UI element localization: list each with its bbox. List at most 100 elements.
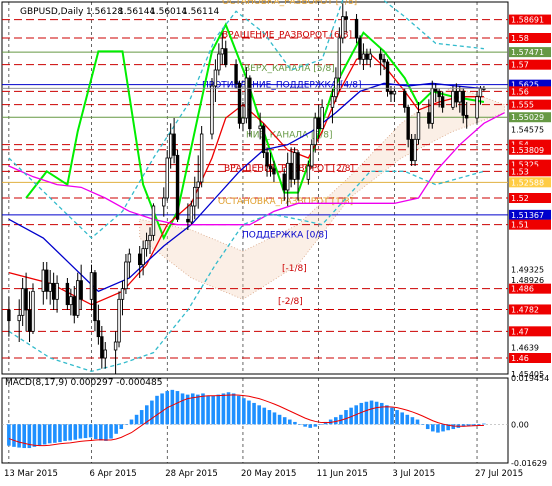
candle-body [258,125,262,130]
candle-body [69,296,73,306]
candle-body [55,282,59,300]
candle-body [310,144,314,167]
candle-body [244,77,249,119]
macd-bar [242,398,246,425]
macd-bar [175,391,180,425]
candle-body [261,125,266,154]
macd-y-tick-label: 0.019454 [511,374,549,383]
candle-body [27,309,32,332]
murrey-label: ОСТАНОВКА_РАЗВОРОТ [1/8] [218,197,353,207]
macd-bar [344,410,348,425]
candle-body [186,218,190,223]
candle [248,75,252,137]
candle-body [51,282,56,300]
macd-bar [78,424,83,439]
macd-bar [257,405,261,425]
y-tick-label: 1.53 [511,167,529,176]
macd-bar [139,410,144,425]
candle-body [461,90,465,116]
candle-body [413,138,417,162]
macd-bar [12,424,16,447]
candle-body [220,48,224,55]
candle-body [296,152,300,180]
candle-body [172,133,176,156]
candle-body [148,234,152,242]
candle [31,283,35,334]
x-tick-label: 27 Jul 2015 [475,469,523,479]
candle-body [48,282,52,292]
murrey-label: [-2/8] [278,297,303,307]
y-tick-label: 1.46 [511,354,529,363]
macd-bar [236,395,241,425]
macd-bar [160,393,164,425]
murrey-label: ВРАЩЕНИЕ_РАЗВОРОТ [6/8] [222,31,352,41]
candle [292,147,297,185]
x-tick-label: 6 Apr 2015 [89,469,136,479]
candle-body [358,37,362,60]
macd-bar [134,414,139,425]
candle-body [464,114,469,119]
candle-body [237,82,242,124]
y-tick-label: 1.4639 [511,344,539,353]
y-tick-label: 1.486 [511,285,534,294]
macd-bar [390,407,394,425]
candle [261,123,266,158]
macd-bar [364,401,369,425]
candle-body [168,133,173,159]
candle-body [289,162,293,180]
candle-body [334,77,338,98]
macd-bar [410,417,415,425]
macd-bar [395,410,399,425]
candle-body [458,90,462,103]
candle-body [162,197,166,207]
macd-bar [303,424,307,427]
macd-bar [374,401,379,425]
candle [117,291,121,348]
macd-bar [119,424,124,430]
macd-label: MACD(8,17,9) 0.000297 -0.000485 [5,378,162,388]
candle-body [213,69,218,87]
candle-body [282,173,286,191]
x-tick-label: 20 May 2015 [241,469,296,479]
macd-bar [37,424,42,446]
y-tick-label: 1.54575 [511,125,544,134]
candle-body [392,90,397,95]
y-tick-label: 1.555 [511,101,534,110]
candle-body [341,16,345,39]
candle-body [124,261,128,290]
candle-body [96,320,101,338]
candle-body [217,53,221,71]
y-tick-label: 1.55029 [511,113,544,122]
candle-body [72,296,76,316]
candle-body [409,138,414,162]
candle-body [165,157,169,199]
candle-body [475,96,479,119]
candle-body [117,298,121,343]
macd-bar [293,421,297,425]
candle-body [354,18,359,39]
candle-body [17,314,21,322]
candle [175,150,180,222]
y-tick-label: 1.58691 [511,16,544,25]
macd-bar [282,417,287,425]
macd-bar [262,407,267,425]
candle-body [478,88,483,98]
y-tick-label: 1.58 [511,34,529,43]
y-tick-label: 1.48926 [511,276,544,285]
candle-body [361,53,366,60]
murrey-label: ВЕРХ_КАНАЛА [5/8] [244,64,335,74]
candle-body [440,96,445,108]
macd-bar [201,393,205,425]
macd-bar [277,414,282,425]
y-tick-label: 1.52 [511,194,529,203]
macd-bar [451,424,456,430]
candle-body [144,240,149,250]
candle-body [234,64,238,84]
macd-bar [104,424,108,441]
price-chart: 1.599121.586911.581.574711.571.56251.561… [0,0,552,482]
candle-body [248,77,252,130]
candle-body [76,280,80,316]
candle-body [79,280,83,300]
macd-bar [369,400,374,425]
macd-bar [58,424,62,443]
